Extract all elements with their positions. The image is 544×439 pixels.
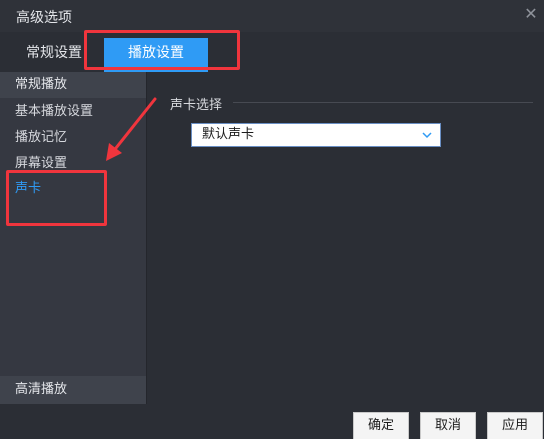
tab-bar: 常规设置 播放设置 [0, 32, 544, 72]
section-divider [233, 102, 533, 103]
cancel-button[interactable]: 取消 [420, 412, 476, 439]
sidebar-item-sound-card[interactable]: 声卡 [15, 178, 41, 200]
sound-card-select[interactable]: 默认声卡 [191, 123, 441, 147]
tab-playback-settings[interactable]: 播放设置 [104, 38, 208, 72]
sound-card-section-label: 声卡选择 [170, 98, 223, 113]
ok-button[interactable]: 确定 [353, 412, 409, 439]
tab-general-settings[interactable]: 常规设置 [14, 38, 94, 72]
apply-button[interactable]: 应用 [487, 412, 543, 439]
chevron-down-icon [422, 132, 432, 139]
sidebar-item-playback-memory[interactable]: 播放记忆 [15, 127, 67, 149]
dialog-title: 高级选项 [16, 10, 72, 26]
sidebar-item-basic-playback[interactable]: 基本播放设置 [15, 101, 93, 123]
sidebar-group-general-playback[interactable]: 常规播放 [0, 72, 146, 98]
panel-divider [146, 72, 147, 404]
sidebar: 常规播放 基本播放设置 播放记忆 屏幕设置 声卡 高清播放 [0, 72, 146, 404]
advanced-options-dialog: 高级选项 ✕ 常规设置 播放设置 常规播放 基本播放设置 播放记忆 屏幕设置 声… [0, 0, 544, 439]
sidebar-item-screen-settings[interactable]: 屏幕设置 [15, 153, 67, 175]
sidebar-group-hd-playback[interactable]: 高清播放 [0, 376, 146, 404]
title-bar: 高级选项 ✕ [0, 0, 544, 32]
sound-card-select-value: 默认声卡 [202, 127, 255, 142]
close-icon[interactable]: ✕ [522, 5, 540, 23]
dialog-footer: 确定 取消 应用 [0, 404, 544, 439]
